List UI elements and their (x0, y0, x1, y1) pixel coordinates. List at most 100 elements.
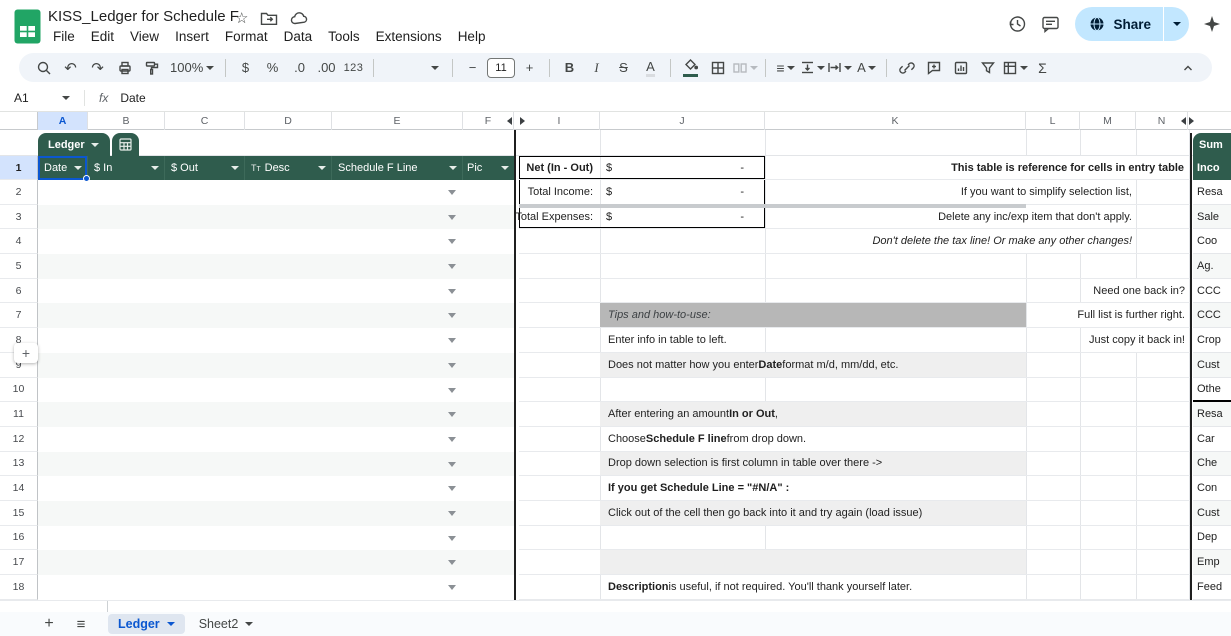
row-header[interactable]: 17 (0, 550, 38, 575)
schedule-f-dropdown-icon[interactable] (448, 486, 456, 491)
reference-row-cells[interactable]: Total Expenses:$-Delete any inc/exp item… (519, 205, 1190, 230)
reference-row-cells[interactable]: After entering an amount In or Out, (519, 402, 1190, 427)
gemini-sparkle-icon[interactable] (1203, 15, 1221, 33)
reference-row-cells[interactable]: Total Income:$-If you want to simplify s… (519, 180, 1190, 205)
hidden-columns-expand-icon[interactable] (507, 117, 512, 125)
column-header-i[interactable]: I (519, 112, 600, 130)
column-header-m[interactable]: M (1080, 112, 1136, 130)
font-select[interactable] (381, 56, 445, 80)
menu-tools[interactable]: Tools (321, 27, 367, 46)
text-color-icon[interactable]: A (638, 56, 663, 80)
summary-item-cell[interactable]: Che (1193, 452, 1231, 477)
row-header[interactable]: 4 (0, 229, 38, 254)
collapse-toolbar-icon[interactable] (1175, 56, 1200, 80)
ledger-row-cells[interactable] (38, 205, 514, 230)
column-header-d[interactable]: D (245, 112, 332, 130)
insert-row-button[interactable]: + (14, 343, 38, 363)
reference-row-cells[interactable] (519, 526, 1190, 551)
sheet-tab-sheet2[interactable]: Sheet2 (189, 614, 264, 634)
table-menu-button[interactable] (112, 133, 139, 156)
ledger-row-cells[interactable] (38, 180, 514, 205)
row-header[interactable]: 10 (0, 378, 38, 403)
hidden-columns-expand-icon[interactable] (520, 117, 525, 125)
summary-item-cell[interactable]: Resa (1193, 402, 1231, 427)
schedule-f-dropdown-icon[interactable] (448, 264, 456, 269)
number-format-icon[interactable]: 123 (341, 56, 366, 80)
schedule-f-dropdown-icon[interactable] (448, 239, 456, 244)
sheets-logo-icon[interactable] (14, 9, 41, 44)
column-header-k[interactable]: K (765, 112, 1026, 130)
increase-decimals-icon[interactable]: .00 (314, 56, 339, 80)
tip-text-cell[interactable]: Description is useful, if not required. … (605, 575, 915, 599)
insert-comment-icon[interactable] (921, 56, 946, 80)
side-note-cell[interactable]: Just copy it back in! (1087, 328, 1187, 352)
row-header[interactable]: 12 (0, 427, 38, 452)
formula-input[interactable]: Date (120, 91, 145, 105)
schedule-f-dropdown-icon[interactable] (448, 388, 456, 393)
column-header-j[interactable]: J (600, 112, 765, 130)
menu-help[interactable]: Help (451, 27, 493, 46)
sheet-tab-ledger[interactable]: Ledger (108, 614, 185, 634)
redo-icon[interactable]: ↷ (85, 56, 110, 80)
ledger-row-cells[interactable] (38, 526, 514, 551)
bold-icon[interactable]: B (557, 56, 582, 80)
column-header-date[interactable]: Date (38, 156, 88, 180)
menu-format[interactable]: Format (218, 27, 275, 46)
ledger-row-cells[interactable] (38, 279, 514, 304)
percent-format-icon[interactable]: % (260, 56, 285, 80)
tip-text-cell[interactable]: Click out of the cell then go back into … (605, 501, 925, 525)
all-sheets-button[interactable]: ≡ (68, 616, 94, 633)
reference-row-cells[interactable]: Does not matter how you enter Date forma… (519, 353, 1190, 378)
strikethrough-icon[interactable]: S (611, 56, 636, 80)
summary-item-cell[interactable]: Feed (1193, 575, 1231, 600)
italic-icon[interactable]: I (584, 56, 609, 80)
side-note-cell[interactable]: Full list is further right. (1075, 303, 1187, 327)
column-header-f[interactable]: F (463, 112, 514, 130)
ledger-row-cells[interactable] (38, 353, 514, 378)
tip-text-cell[interactable]: Does not matter how you enter Date forma… (605, 353, 901, 377)
ledger-row-cells[interactable] (38, 550, 514, 575)
schedule-f-dropdown-icon[interactable] (448, 363, 456, 368)
fill-color-icon[interactable] (678, 56, 703, 80)
column-header-end[interactable] (1188, 112, 1231, 130)
row-header[interactable]: 16 (0, 526, 38, 551)
borders-icon[interactable] (705, 56, 730, 80)
decrease-font-size-icon[interactable]: − (460, 56, 485, 80)
column-header-l[interactable]: L (1026, 112, 1080, 130)
increase-font-size-icon[interactable]: + (517, 56, 542, 80)
tip-text-cell[interactable]: Drop down selection is first column in t… (605, 452, 885, 476)
column-header-out[interactable]: $ Out (165, 156, 245, 180)
ledger-row-cells[interactable] (38, 303, 514, 328)
row-header[interactable]: 7 (0, 303, 38, 328)
schedule-f-dropdown-icon[interactable] (448, 338, 456, 343)
functions-icon[interactable]: Σ (1030, 56, 1055, 80)
ledger-row-cells[interactable] (38, 328, 514, 353)
reference-row-cells[interactable]: Choose Schedule F line from drop down. (519, 427, 1190, 452)
column-header-schedule-f-line[interactable]: Schedule F Line (332, 156, 463, 180)
document-title[interactable]: KISS_Ledger for Schedule F (48, 8, 239, 25)
dropdown-icon[interactable] (74, 166, 82, 170)
star-icon[interactable]: ☆ (235, 9, 248, 27)
currency-format-icon[interactable]: $ (233, 56, 258, 80)
column-header-desc[interactable]: Tт Desc (245, 156, 332, 180)
reference-row-cells[interactable]: Drop down selection is first column in t… (519, 452, 1190, 477)
row-header[interactable]: 15 (0, 501, 38, 526)
schedule-f-dropdown-icon[interactable] (448, 437, 456, 442)
summary-item-cell[interactable]: Coo (1193, 229, 1231, 254)
reference-row-cells[interactable] (519, 254, 1190, 279)
fill-handle[interactable] (83, 175, 90, 182)
add-sheet-button[interactable]: + (36, 615, 62, 633)
schedule-f-dropdown-icon[interactable] (448, 536, 456, 541)
font-size-input[interactable]: 11 (487, 58, 515, 78)
amount-cell[interactable]: - (600, 156, 765, 179)
label-cell[interactable]: Total Expenses: (469, 205, 597, 229)
dropdown-icon[interactable] (231, 166, 239, 170)
name-box-caret-icon[interactable] (62, 96, 70, 100)
ledger-row-cells[interactable] (38, 501, 514, 526)
reference-row-cells[interactable]: Tips and how-to-use:Full list is further… (519, 303, 1190, 328)
table-chip-summary[interactable]: Sum (1193, 133, 1231, 156)
amount-cell[interactable]: - (600, 205, 765, 229)
schedule-f-dropdown-icon[interactable] (448, 462, 456, 467)
column-header-e[interactable]: E (332, 112, 463, 130)
menu-extensions[interactable]: Extensions (369, 27, 449, 46)
